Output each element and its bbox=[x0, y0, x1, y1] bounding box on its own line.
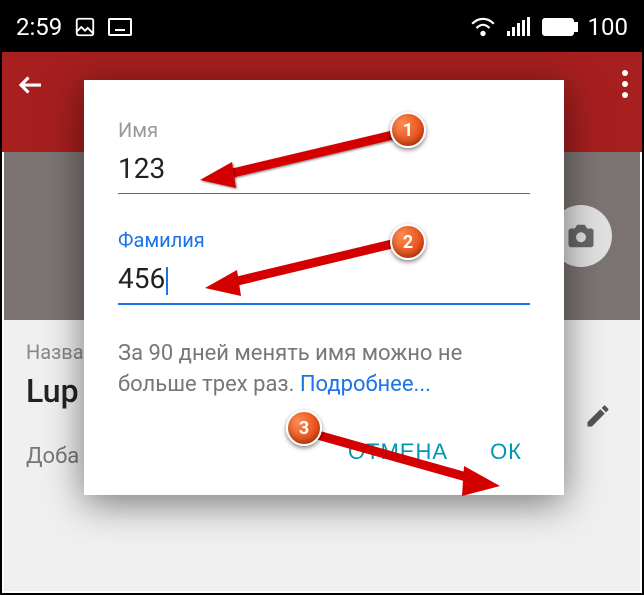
last-name-label: Фамилия bbox=[118, 228, 530, 252]
status-bar: 2:59 100 bbox=[2, 2, 642, 52]
image-icon bbox=[74, 16, 96, 38]
battery-icon bbox=[542, 18, 578, 36]
signal-icon bbox=[506, 17, 532, 37]
wifi-icon bbox=[470, 17, 496, 37]
edit-icon[interactable] bbox=[584, 402, 612, 430]
cancel-button[interactable]: ОТМЕНА bbox=[348, 439, 448, 465]
last-name-field[interactable]: Фамилия 456 bbox=[118, 228, 530, 305]
edit-name-dialog: Имя 123 Фамилия 456 За 90 дней менять им… bbox=[84, 80, 564, 495]
last-name-input[interactable]: 456 bbox=[118, 262, 530, 305]
keyboard-icon bbox=[108, 18, 132, 36]
learn-more-link[interactable]: Подробнее... bbox=[300, 372, 431, 397]
annotation-marker-3: 3 bbox=[286, 410, 322, 446]
annotation-marker-2: 2 bbox=[390, 224, 426, 260]
first-name-input[interactable]: 123 bbox=[118, 152, 530, 194]
annotation-marker-1: 1 bbox=[390, 112, 426, 148]
back-icon[interactable] bbox=[16, 70, 46, 100]
clock: 2:59 bbox=[16, 13, 62, 41]
info-text: За 90 дней менять имя можно не больше тр… bbox=[118, 339, 530, 401]
text-cursor bbox=[166, 267, 168, 295]
first-name-field[interactable]: Имя 123 bbox=[118, 118, 530, 194]
ok-button[interactable]: ОК bbox=[490, 439, 522, 465]
camera-icon bbox=[566, 223, 596, 249]
first-name-label: Имя bbox=[118, 118, 530, 142]
overflow-menu-icon[interactable] bbox=[622, 70, 628, 98]
battery-percent: 100 bbox=[588, 13, 628, 41]
